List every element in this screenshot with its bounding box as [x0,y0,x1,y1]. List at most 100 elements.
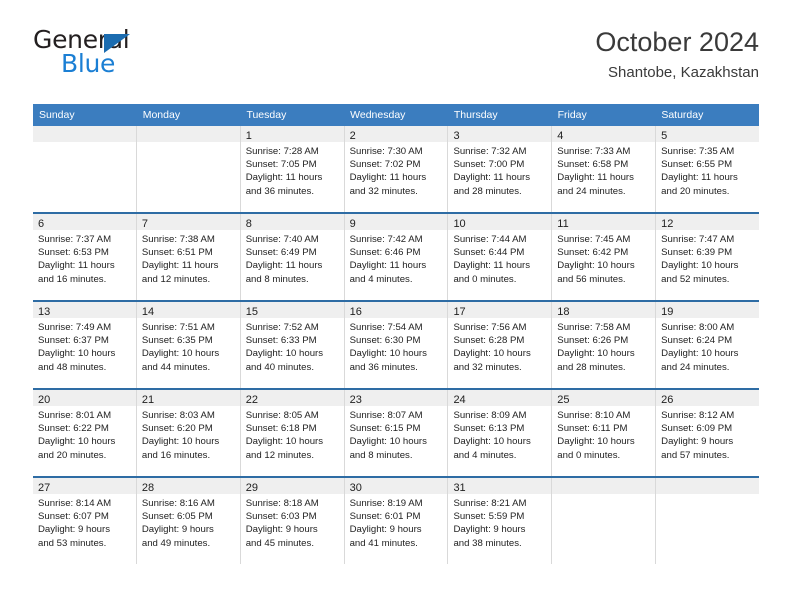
sunset-text: Sunset: 6:03 PM [245,511,317,523]
day-details: Sunrise: 7:32 AM Sunset: 7:00 PM Daylight:… [448,142,551,198]
general-blue-logo[interactable]: General Blue [33,26,293,86]
daylight-text-line2: and 20 minutes. [661,185,730,197]
day-number: 14 [141,306,155,318]
calendar-day-cell[interactable]: 4 Sunrise: 7:33 AM Sunset: 6:58 PM Daylight… [552,126,657,212]
daylight-text-line1: Daylight: 10 hours [661,260,739,272]
page-title: October 2024 [595,27,759,57]
weekday-header-saturday: Saturday [661,109,704,121]
daylight-text-line1: Daylight: 10 hours [453,348,531,360]
calendar-day-cell[interactable]: 18 Sunrise: 7:58 AM Sunset: 6:26 PM Dayligh… [552,302,657,388]
day-number: 3 [453,130,460,142]
sunset-text: Sunset: 6:28 PM [453,335,525,347]
calendar-day-cell[interactable]: 28 Sunrise: 8:16 AM Sunset: 6:05 PM Dayligh… [136,478,241,564]
logo-text-blue: Blue [61,49,116,78]
weekday-header-tuesday: Tuesday [246,109,287,121]
sunset-text: Sunset: 6:26 PM [557,335,629,347]
calendar-day-cell[interactable]: 27 Sunrise: 8:14 AM Sunset: 6:07 PM Dayligh… [33,478,137,564]
daylight-text-line1: Daylight: 10 hours [453,436,531,448]
day-number-band: 9 [344,214,448,230]
calendar-day-cell[interactable]: 22 Sunrise: 8:05 AM Sunset: 6:18 PM Dayligh… [240,390,345,476]
calendar-day-cell[interactable]: 19 Sunrise: 8:00 AM Sunset: 6:24 PM Dayligh… [656,302,760,388]
day-number-band: 21 [136,390,240,406]
calendar-day-cell[interactable]: 9 Sunrise: 7:42 AM Sunset: 6:46 PM Daylight… [344,214,449,300]
calendar-day-cell[interactable]: 7 Sunrise: 7:38 AM Sunset: 6:51 PM Daylight… [136,214,241,300]
sunset-text: Sunset: 6:15 PM [349,423,421,435]
calendar-day-cell[interactable]: 25 Sunrise: 8:10 AM Sunset: 6:11 PM Dayligh… [552,390,657,476]
sunrise-text: Sunrise: 7:49 AM [38,322,112,333]
daylight-text-line2: and 53 minutes. [38,537,107,549]
title-block: October 2024 Shantobe, Kazakhstan [595,26,759,83]
calendar-day-cell[interactable]: 10 Sunrise: 7:44 AM Sunset: 6:44 PM Dayligh… [448,214,553,300]
calendar-day-cell[interactable]: 12 Sunrise: 7:47 AM Sunset: 6:39 PM Dayligh… [656,214,760,300]
day-number: 21 [141,394,155,406]
weekday-header-friday: Friday [557,109,587,121]
day-number-band: 8 [240,214,344,230]
sunrise-text: Sunrise: 8:07 AM [349,410,423,421]
calendar-day-cell[interactable]: 1 Sunrise: 7:28 AM Sunset: 7:05 PM Daylight… [240,126,345,212]
day-details: Sunrise: 8:16 AM Sunset: 6:05 PM Daylight:… [137,494,240,550]
day-number-band: 18 [552,302,656,318]
day-number-band: 20 [33,390,136,406]
calendar-day-cell[interactable]: 20 Sunrise: 8:01 AM Sunset: 6:22 PM Dayligh… [33,390,137,476]
daylight-text-line2: and 36 minutes. [349,361,418,373]
calendar-day-cell[interactable]: 26 Sunrise: 8:12 AM Sunset: 6:09 PM Dayligh… [656,390,760,476]
calendar-day-cell[interactable]: 15 Sunrise: 7:52 AM Sunset: 6:33 PM Dayligh… [240,302,345,388]
daylight-text-line2: and 4 minutes. [349,273,413,285]
daylight-text-line2: and 8 minutes. [349,449,413,461]
daylight-text-line1: Daylight: 9 hours [245,524,318,536]
calendar-day-cell[interactable]: 8 Sunrise: 7:40 AM Sunset: 6:49 PM Daylight… [240,214,345,300]
calendar-day-cell[interactable]: 30 Sunrise: 8:19 AM Sunset: 6:01 PM Dayligh… [344,478,449,564]
day-details: Sunrise: 7:28 AM Sunset: 7:05 PM Daylight:… [241,142,344,198]
day-number-band: 26 [656,390,760,406]
sunset-text: Sunset: 6:49 PM [245,247,317,259]
daylight-text-line2: and 40 minutes. [245,361,314,373]
calendar-day-cell[interactable]: 13 Sunrise: 7:49 AM Sunset: 6:37 PM Dayligh… [33,302,137,388]
sunset-text: Sunset: 7:05 PM [245,159,317,171]
day-number: 13 [38,306,51,318]
calendar-day-cell[interactable]: 23 Sunrise: 8:07 AM Sunset: 6:15 PM Dayligh… [344,390,449,476]
calendar-day-cell[interactable]: 17 Sunrise: 7:56 AM Sunset: 6:28 PM Dayligh… [448,302,553,388]
sunset-text: Sunset: 6:37 PM [38,335,109,347]
calendar-day-cell[interactable]: 6 Sunrise: 7:37 AM Sunset: 6:53 PM Daylight… [33,214,137,300]
daylight-text-line1: Daylight: 11 hours [349,172,427,184]
daylight-text-line1: Daylight: 10 hours [141,348,220,360]
calendar-day-cell[interactable]: 29 Sunrise: 8:18 AM Sunset: 6:03 PM Dayligh… [240,478,345,564]
daylight-text-line1: Daylight: 10 hours [38,348,116,360]
daylight-text-line1: Daylight: 10 hours [245,348,324,360]
sunset-text: Sunset: 6:20 PM [141,423,213,435]
day-number-band: 15 [240,302,344,318]
calendar-day-cell[interactable]: 3 Sunrise: 7:32 AM Sunset: 7:00 PM Daylight… [448,126,553,212]
calendar-day-cell[interactable]: 16 Sunrise: 7:54 AM Sunset: 6:30 PM Dayligh… [344,302,449,388]
day-details: Sunrise: 7:51 AM Sunset: 6:35 PM Daylight:… [137,318,240,374]
calendar-day-cell[interactable]: 31 Sunrise: 8:21 AM Sunset: 5:59 PM Dayligh… [448,478,553,564]
daylight-text-line2: and 57 minutes. [661,449,730,461]
daylight-text-line1: Daylight: 11 hours [245,172,323,184]
sunset-text: Sunset: 6:44 PM [453,247,525,259]
day-number-band: 6 [33,214,136,230]
day-number-band: 29 [240,478,344,494]
sunset-text: Sunset: 5:59 PM [453,511,525,523]
sunrise-text: Sunrise: 8:10 AM [557,410,631,421]
day-details [552,494,655,497]
daylight-text-line2: and 44 minutes. [141,361,211,373]
day-number: 11 [557,218,569,230]
calendar-day-cell[interactable]: 2 Sunrise: 7:30 AM Sunset: 7:02 PM Daylight… [344,126,449,212]
daylight-text-line2: and 4 minutes. [453,449,517,461]
sunrise-text: Sunrise: 7:38 AM [141,234,215,245]
day-number: 10 [453,218,466,230]
calendar-day-cell[interactable]: 14 Sunrise: 7:51 AM Sunset: 6:35 PM Dayligh… [136,302,241,388]
calendar-day-cell[interactable]: 24 Sunrise: 8:09 AM Sunset: 6:13 PM Dayligh… [448,390,553,476]
day-number-band: 17 [448,302,552,318]
calendar-day-cell[interactable]: 11 Sunrise: 7:45 AM Sunset: 6:42 PM Dayligh… [552,214,657,300]
day-number: 1 [245,130,252,142]
daylight-text-line2: and 48 minutes. [38,361,107,373]
sunset-text: Sunset: 6:11 PM [557,423,628,435]
day-number-band: 22 [240,390,344,406]
sunrise-text: Sunrise: 8:12 AM [661,410,735,421]
calendar-day-cell[interactable]: 21 Sunrise: 8:03 AM Sunset: 6:20 PM Dayligh… [136,390,241,476]
day-details: Sunrise: 7:38 AM Sunset: 6:51 PM Daylight:… [137,230,240,286]
daylight-text-line1: Daylight: 11 hours [661,172,738,184]
day-details: Sunrise: 7:49 AM Sunset: 6:37 PM Daylight:… [33,318,136,374]
calendar-day-cell[interactable]: 5 Sunrise: 7:35 AM Sunset: 6:55 PM Daylight… [656,126,760,212]
sunset-text: Sunset: 6:58 PM [557,159,629,171]
